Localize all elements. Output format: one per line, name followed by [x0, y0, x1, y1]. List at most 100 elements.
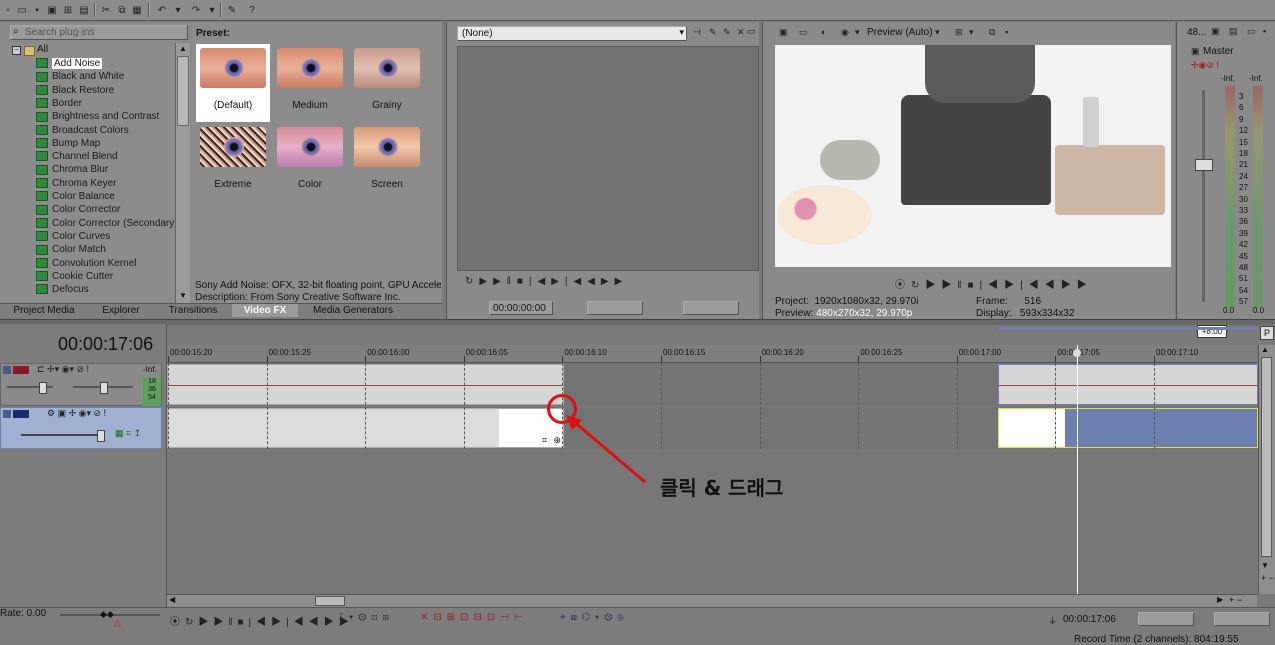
loop-region-bar[interactable]: [998, 327, 1258, 330]
video-opacity-slider[interactable]: [21, 434, 101, 436]
overlay-icon[interactable]: ◉: [841, 27, 849, 38]
paste-icon[interactable]: ▦: [131, 5, 143, 16]
cut-icon[interactable]: ✂: [100, 5, 112, 16]
plugin-item[interactable]: Chroma Keyer: [36, 177, 116, 190]
video-event-selected[interactable]: [998, 408, 1258, 448]
scroll-down-arrow-icon[interactable]: ▼: [176, 290, 190, 302]
plugin-item[interactable]: Convolution Kernel: [36, 257, 137, 270]
zoom-buttons[interactable]: + −: [1229, 595, 1242, 605]
external-monitor-icon[interactable]: ▭: [799, 27, 808, 38]
add-marker-icon[interactable]: ⊣: [693, 27, 701, 38]
edit-actions[interactable]: ✕⊟⊞⊡⊟⊡⊣⊢: [420, 612, 528, 623]
master-prop-icon[interactable]: ▭: [1247, 26, 1256, 37]
preset-extreme[interactable]: Extreme: [196, 123, 270, 201]
copy-icon[interactable]: ⧉: [116, 5, 128, 16]
trimmer-in-field[interactable]: [587, 301, 643, 315]
plugin-item[interactable]: Color Curves: [36, 230, 110, 243]
timeline-pin-icon[interactable]: P: [1260, 326, 1274, 340]
plugin-item[interactable]: Border: [36, 97, 82, 110]
plugin-item[interactable]: Add Noise: [36, 57, 103, 70]
audio-volume-handle[interactable]: [39, 382, 47, 394]
scroll-left-arrow-icon[interactable]: ◀: [169, 595, 175, 604]
tab-transitions[interactable]: Transitions: [154, 304, 232, 317]
plugin-item[interactable]: Black and White: [36, 70, 124, 83]
tab-project-media[interactable]: Project Media: [0, 304, 88, 317]
track-collapse-icon[interactable]: [3, 366, 11, 374]
preview-mode[interactable]: Preview (Auto): [867, 27, 933, 38]
scroll-up-arrow-icon[interactable]: ▲: [176, 43, 190, 55]
audio-track-buttons[interactable]: ⊏ ✢▾ ◉▾ ⊘ !: [37, 364, 89, 375]
audio-pan-handle[interactable]: [100, 382, 108, 394]
snap-tools[interactable]: ⌖⊠⌬▾⚙⊕: [560, 612, 629, 623]
timeline-vertical-scrollbar[interactable]: ▲ ▼ + −: [1258, 345, 1275, 594]
plugin-item[interactable]: Chroma Blur: [36, 163, 108, 176]
audio-track-header[interactable]: ⊏ ✢▾ ◉▾ ⊘ ! -Inf. 18 36 54: [0, 363, 162, 406]
trimmer-dropdown[interactable]: (None) ▾: [457, 26, 687, 41]
plugin-item[interactable]: Color Corrector: [36, 203, 120, 216]
plugin-item[interactable]: Color Corrector (Secondary): [36, 217, 175, 230]
scroll-thumb[interactable]: [1261, 357, 1272, 557]
open-icon[interactable]: ▭: [16, 5, 28, 16]
crop-icon[interactable]: ⌗: [542, 435, 547, 446]
master-window-icon[interactable]: ▣: [1211, 26, 1220, 37]
zoom-buttons[interactable]: + −: [1261, 573, 1274, 583]
tree-scrollbar-track[interactable]: ▲ ▼: [175, 43, 190, 303]
tab-video-fx[interactable]: Video FX: [232, 304, 298, 317]
rate-handle-icon[interactable]: ◆◆: [100, 609, 114, 620]
plugin-item[interactable]: Channel Blend: [36, 150, 118, 163]
preset-default[interactable]: (Default): [196, 44, 270, 122]
pin2-icon[interactable]: ✎: [723, 27, 731, 38]
collapse-icon[interactable]: −: [12, 46, 21, 55]
scroll-thumb[interactable]: [177, 56, 189, 126]
plugin-item[interactable]: Color Balance: [36, 190, 115, 203]
trimmer-display[interactable]: [457, 46, 759, 271]
master-pin-icon[interactable]: ▪: [1263, 26, 1266, 36]
track-collapse-icon[interactable]: [3, 410, 11, 418]
video-track-buttons[interactable]: ⚙ ▣ ✢ ◉▾ ⊘ !: [47, 408, 106, 419]
video-track-extra-icons[interactable]: ▦ ⌗ ↥: [115, 428, 141, 439]
plugin-item[interactable]: Color Match: [36, 243, 106, 256]
preview-mode-chevron-icon[interactable]: ▾: [935, 27, 940, 38]
master-fx-icon[interactable]: ✢◉⊘ !: [1191, 60, 1219, 71]
edit-tools[interactable]: ⌶▾⚙⊡⊞: [338, 612, 394, 623]
scroll-right-arrow-icon[interactable]: ▶: [1217, 595, 1223, 604]
master-fader-handle[interactable]: [1195, 159, 1213, 171]
search-input[interactable]: ⌕ Search plug-ins: [10, 25, 188, 40]
scroll-down-arrow-icon[interactable]: ▼: [1261, 561, 1269, 570]
preset-grainy[interactable]: Grainy: [350, 44, 424, 122]
grid-dropdown-icon[interactable]: ▾: [969, 27, 974, 38]
redo-dropdown-icon[interactable]: ▾: [206, 5, 218, 16]
grid-icon[interactable]: ⊞: [955, 27, 963, 38]
preset-screen[interactable]: Screen: [350, 123, 424, 201]
project-properties-icon[interactable]: ▣: [779, 27, 788, 38]
save-snapshot-icon[interactable]: ▪: [1005, 27, 1008, 37]
preset-color[interactable]: Color: [273, 123, 347, 201]
plugin-item[interactable]: Bump Map: [36, 137, 100, 150]
plugin-item[interactable]: Black Restore: [36, 84, 114, 97]
redo-icon[interactable]: ↷: [190, 5, 202, 16]
properties-icon[interactable]: ▤: [78, 5, 90, 16]
paint-icon[interactable]: ✎: [226, 5, 238, 16]
master-fader-track[interactable]: [1202, 90, 1205, 302]
timeline-divider[interactable]: [0, 319, 1275, 325]
scroll-up-arrow-icon[interactable]: ▲: [1261, 345, 1269, 354]
tab-media-generators[interactable]: Media Generators: [298, 304, 408, 317]
master-settings-icon[interactable]: ▤: [1229, 26, 1238, 37]
help-icon[interactable]: ?: [246, 5, 258, 16]
trimmer-length-field[interactable]: [683, 301, 739, 315]
video-track-header[interactable]: ⚙ ▣ ✢ ◉▾ ⊘ ! ▦ ⌗ ↥: [0, 407, 162, 449]
save-icon[interactable]: ▪: [31, 5, 43, 16]
undo-icon[interactable]: ↶: [156, 5, 168, 16]
selection-length-field[interactable]: [1214, 612, 1270, 626]
preset-medium[interactable]: Medium: [273, 44, 347, 122]
plugin-item[interactable]: Defocus: [36, 283, 89, 296]
pin-icon[interactable]: ✎: [709, 27, 717, 38]
tab-explorer[interactable]: Explorer: [88, 304, 154, 317]
tree-root-label[interactable]: All: [37, 44, 48, 55]
monitor-icon[interactable]: ▭: [747, 26, 756, 37]
plugin-item[interactable]: Cookie Cutter: [36, 270, 113, 283]
plugin-item[interactable]: Broadcast Colors: [36, 124, 129, 137]
timeline-horizontal-scrollbar[interactable]: ◀ ▶ + −: [167, 594, 1257, 608]
undo-dropdown-icon[interactable]: ▾: [172, 5, 184, 16]
audio-event[interactable]: [998, 364, 1258, 405]
